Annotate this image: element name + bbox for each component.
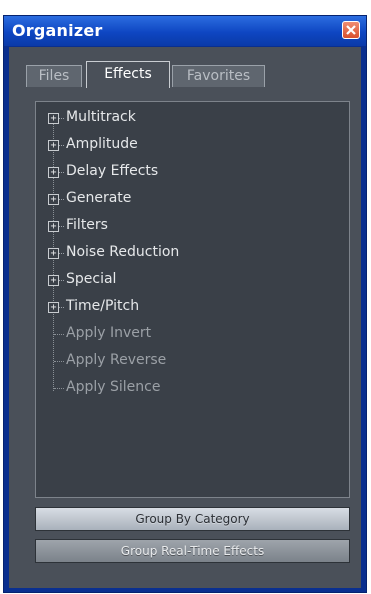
tab-files[interactable]: Files bbox=[26, 65, 82, 87]
organizer-content: Files Effects Favorites + Multitrack + A… bbox=[9, 47, 361, 588]
expand-plus-icon[interactable]: + bbox=[48, 221, 59, 232]
tree-label: Generate bbox=[66, 190, 132, 206]
organizer-window: Organizer Files Effects Favorites + Mult… bbox=[3, 15, 367, 593]
group-by-category-button[interactable]: Group By Category bbox=[35, 507, 350, 531]
tree-label: Noise Reduction bbox=[66, 244, 180, 260]
tree-label: Delay Effects bbox=[66, 163, 159, 179]
title-bar[interactable]: Organizer bbox=[4, 16, 366, 46]
expand-plus-icon[interactable]: + bbox=[48, 113, 59, 124]
close-button[interactable] bbox=[342, 21, 360, 39]
tree-label: Time/Pitch bbox=[66, 298, 140, 314]
tree-label: Amplitude bbox=[66, 136, 138, 152]
tab-favorites[interactable]: Favorites bbox=[172, 65, 265, 87]
tree-label: Filters bbox=[66, 217, 108, 233]
expand-plus-icon[interactable]: + bbox=[48, 140, 59, 151]
tree-label: Special bbox=[66, 271, 117, 287]
tab-effects-label: Effects bbox=[104, 66, 152, 82]
effects-tree-panel[interactable]: + Multitrack + Amplitude + Delay Effects… bbox=[35, 101, 350, 498]
tab-favorites-label: Favorites bbox=[186, 68, 251, 84]
window-title: Organizer bbox=[12, 21, 103, 40]
tree-label: Multitrack bbox=[66, 109, 136, 125]
group-realtime-effects-button[interactable]: Group Real-Time Effects bbox=[35, 539, 350, 563]
expand-plus-icon[interactable]: + bbox=[48, 167, 59, 178]
tree-label: Apply Reverse bbox=[66, 352, 167, 368]
expand-plus-icon[interactable]: + bbox=[48, 194, 59, 205]
tree-label: Apply Invert bbox=[66, 325, 152, 341]
expand-plus-icon[interactable]: + bbox=[48, 302, 59, 313]
tab-files-label: Files bbox=[38, 68, 70, 84]
tree-label: Apply Silence bbox=[66, 379, 161, 395]
tab-effects[interactable]: Effects bbox=[86, 61, 170, 88]
close-icon bbox=[346, 25, 356, 35]
expand-plus-icon[interactable]: + bbox=[48, 275, 59, 286]
expand-plus-icon[interactable]: + bbox=[48, 248, 59, 259]
